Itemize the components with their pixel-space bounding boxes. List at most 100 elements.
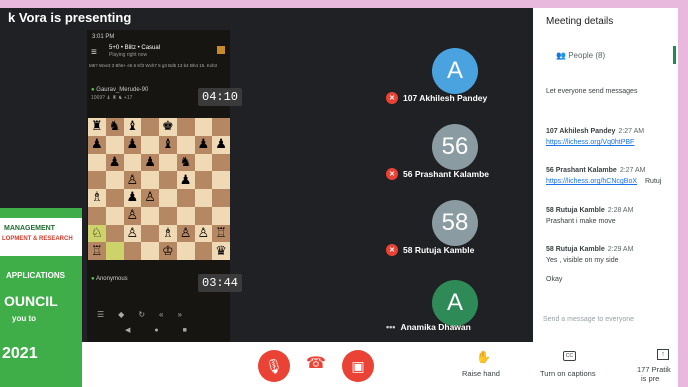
chess-piece[interactable]: ♝ <box>127 120 139 133</box>
captions-button[interactable]: Turn on captions <box>540 369 596 378</box>
mic-toggle-button[interactable]: 🎙 <box>258 350 290 382</box>
board-square[interactable] <box>88 153 106 172</box>
chat-link[interactable]: https://lichess.org/Vq0htPBF <box>546 139 634 146</box>
tab-people[interactable]: 👥 People (8) <box>556 51 605 60</box>
chess-piece[interactable]: ♟ <box>180 174 192 187</box>
chess-piece[interactable]: ♙ <box>127 227 139 240</box>
end-call-button[interactable]: ☎ <box>306 356 326 372</box>
board-square[interactable] <box>194 242 213 260</box>
board-square[interactable] <box>212 206 230 225</box>
board-square[interactable] <box>212 153 230 172</box>
chess-piece[interactable]: ♟ <box>127 138 139 151</box>
more-options-icon[interactable]: ••• <box>386 322 395 332</box>
chess-piece[interactable]: ♟ <box>144 156 156 169</box>
chess-piece[interactable]: ♟ <box>127 191 139 204</box>
chess-piece[interactable]: ♟ <box>198 138 210 151</box>
board-square[interactable]: ♝ <box>123 118 142 136</box>
board-square[interactable] <box>105 242 124 260</box>
board-square[interactable]: ♖ <box>212 224 230 243</box>
present-icon[interactable]: ↑ <box>657 349 669 360</box>
chess-piece[interactable]: ♟ <box>109 156 121 169</box>
board-square[interactable] <box>212 118 230 136</box>
board-square[interactable] <box>105 189 124 207</box>
board-square[interactable]: ♙ <box>123 206 142 225</box>
game-toolbar-icons[interactable]: ☰◆↻«» <box>97 310 196 319</box>
board-square[interactable] <box>194 153 213 172</box>
board-square[interactable]: ♟ <box>123 189 142 207</box>
chess-piece[interactable]: ♞ <box>109 120 121 133</box>
board-square[interactable]: ♗ <box>88 189 106 207</box>
board-square[interactable] <box>159 206 177 225</box>
board-square[interactable]: ♟ <box>194 135 213 154</box>
chat-link[interactable]: https://lichess.org/hCNcgBoX <box>546 178 637 185</box>
chess-piece[interactable]: ♘ <box>91 227 103 240</box>
board-square[interactable] <box>159 153 177 172</box>
board-square[interactable] <box>105 135 124 154</box>
board-square[interactable] <box>176 206 195 225</box>
chess-piece[interactable]: ♙ <box>180 227 192 240</box>
chess-piece[interactable]: ♝ <box>162 138 174 151</box>
board-square[interactable]: ♙ <box>123 171 142 189</box>
chess-piece[interactable]: ♔ <box>162 245 174 258</box>
board-square[interactable]: ♟ <box>123 135 142 154</box>
chess-piece[interactable]: ♗ <box>162 227 174 240</box>
board-square[interactable]: ♙ <box>123 224 142 243</box>
chat-input[interactable]: Send a message to everyone <box>543 316 634 323</box>
board-square[interactable] <box>141 171 159 189</box>
board-square[interactable] <box>105 171 124 189</box>
chess-piece[interactable]: ♖ <box>215 227 227 240</box>
board-square[interactable] <box>88 171 106 189</box>
chess-piece[interactable]: ♛ <box>215 245 227 258</box>
chess-piece[interactable]: ♙ <box>198 227 210 240</box>
board-square[interactable]: ♞ <box>176 153 195 172</box>
raise-hand-icon[interactable]: ✋ <box>476 350 491 364</box>
chess-piece[interactable]: ♖ <box>91 245 103 258</box>
board-square[interactable] <box>141 206 159 225</box>
board-square[interactable]: ♚ <box>159 118 177 136</box>
board-square[interactable] <box>212 189 230 207</box>
board-square[interactable] <box>141 118 159 136</box>
board-square[interactable]: ♞ <box>105 118 124 136</box>
chess-piece[interactable]: ♟ <box>91 138 103 151</box>
board-square[interactable] <box>194 171 213 189</box>
board-square[interactable] <box>105 206 124 225</box>
board-square[interactable] <box>105 224 124 243</box>
board-square[interactable]: ♛ <box>212 242 230 260</box>
camera-toggle-button[interactable]: ▣ <box>342 350 374 382</box>
board-square[interactable]: ♜ <box>88 118 106 136</box>
board-square[interactable]: ♗ <box>159 224 177 243</box>
board-square[interactable]: ♟ <box>176 171 195 189</box>
board-square[interactable] <box>159 171 177 189</box>
board-square[interactable] <box>176 135 195 154</box>
share-icon[interactable] <box>217 46 225 54</box>
captions-icon[interactable]: CC <box>563 351 576 361</box>
chess-piece[interactable]: ♗ <box>91 191 103 204</box>
board-square[interactable] <box>123 153 142 172</box>
board-square[interactable] <box>194 189 213 207</box>
board-square[interactable] <box>88 206 106 225</box>
board-square[interactable]: ♖ <box>88 242 106 260</box>
board-square[interactable]: ♙ <box>176 224 195 243</box>
board-square[interactable]: ♔ <box>159 242 177 260</box>
chess-piece[interactable]: ♞ <box>180 156 192 169</box>
board-square[interactable]: ♙ <box>194 224 213 243</box>
board-square[interactable] <box>176 242 195 260</box>
chess-piece[interactable]: ♚ <box>162 120 174 133</box>
board-square[interactable]: ♙ <box>141 189 159 207</box>
board-square[interactable]: ♟ <box>212 135 230 154</box>
board-square[interactable]: ♘ <box>88 224 106 243</box>
board-square[interactable] <box>141 135 159 154</box>
board-square[interactable] <box>194 118 213 136</box>
board-square[interactable] <box>194 206 213 225</box>
chess-piece[interactable]: ♙ <box>127 209 139 222</box>
board-square[interactable] <box>141 224 159 243</box>
board-square[interactable] <box>176 118 195 136</box>
board-square[interactable] <box>123 242 142 260</box>
board-square[interactable] <box>159 189 177 207</box>
chess-piece[interactable]: ♟ <box>215 138 227 151</box>
chess-piece[interactable]: ♙ <box>144 191 156 204</box>
chess-board[interactable]: ♜ ♞ ♝ ♚ ♟ ♟ ♝ ♟ ♟ ♟ ♟ ♞ ♙ ♟ ♗ ♟ ♙ ♙ ♘ ♙ ♗ ♙ ♙ ♖ ♖ ♔ ♛ <box>88 118 230 260</box>
board-square[interactable]: ♟ <box>141 153 159 172</box>
raise-hand-button[interactable]: Raise hand <box>462 369 500 378</box>
android-nav-icons[interactable]: ◀●■ <box>125 326 211 334</box>
